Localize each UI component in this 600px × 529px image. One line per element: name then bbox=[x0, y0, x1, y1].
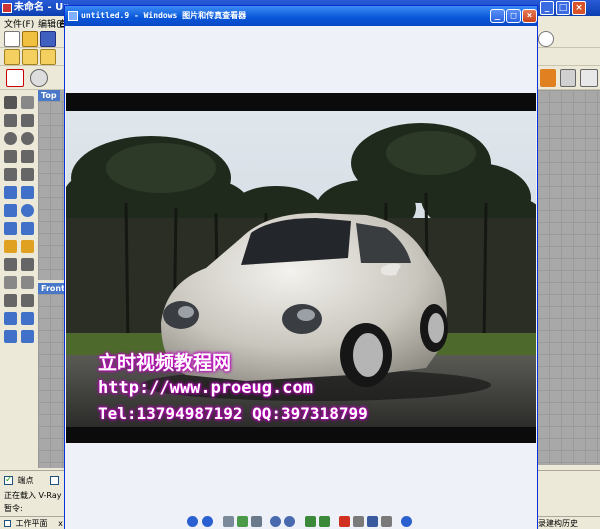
cplane-indicator bbox=[4, 520, 11, 527]
actual-size-icon[interactable] bbox=[237, 516, 248, 527]
command-prompt: 暂令: bbox=[4, 504, 23, 513]
select-arrow-icon[interactable] bbox=[4, 96, 17, 109]
save-icon[interactable] bbox=[40, 31, 56, 47]
extrude-icon[interactable] bbox=[4, 222, 17, 235]
cplane-label[interactable]: 工作平面 bbox=[16, 519, 48, 528]
viewer-window-title: untitled.9 - Windows 图片和传真查看器 bbox=[81, 11, 247, 20]
solid-edit-icon[interactable] bbox=[21, 222, 34, 235]
stl-export-icon[interactable] bbox=[560, 69, 576, 87]
render-icon[interactable] bbox=[540, 69, 556, 87]
viewport-label-top[interactable]: Top bbox=[38, 90, 60, 101]
save-copy-icon[interactable] bbox=[367, 516, 378, 527]
surface-icon[interactable] bbox=[4, 186, 17, 199]
tag-icon[interactable] bbox=[40, 49, 56, 65]
rhino-window-title: 未命名 - Ur bbox=[14, 2, 69, 13]
delete-icon[interactable] bbox=[339, 516, 350, 527]
open-folder-icon[interactable] bbox=[22, 31, 38, 47]
mesh-icon[interactable] bbox=[21, 240, 34, 253]
menu-file[interactable]: 文件(F) bbox=[4, 17, 34, 30]
record-history-label[interactable]: 录建构历史 bbox=[538, 517, 578, 529]
viewport-grid bbox=[38, 294, 66, 468]
viewer-toolbar bbox=[65, 515, 537, 529]
rendered-car-image: 立时视频教程网 http://www.proeug.com Tel:137949… bbox=[66, 93, 536, 443]
perspective-viewport[interactable] bbox=[537, 90, 600, 465]
help-icon[interactable] bbox=[401, 516, 412, 527]
help-icon[interactable] bbox=[538, 31, 554, 47]
viewer-maximize-button[interactable]: □ bbox=[506, 9, 521, 23]
watermark-contact: Tel:13794987192 QQ:397318799 bbox=[98, 404, 368, 423]
explode-icon[interactable] bbox=[21, 294, 34, 307]
endpoint-label: 端点 bbox=[17, 476, 34, 485]
transform-icon[interactable] bbox=[4, 258, 17, 271]
curve-edit-icon[interactable] bbox=[4, 168, 17, 181]
tag-icon[interactable] bbox=[22, 49, 38, 65]
material-icon[interactable] bbox=[30, 69, 48, 87]
array-icon[interactable] bbox=[4, 312, 17, 325]
offset-icon[interactable] bbox=[21, 168, 34, 181]
viewer-minimize-button[interactable]: _ bbox=[490, 9, 505, 23]
maximize-button[interactable]: □ bbox=[556, 1, 570, 15]
loading-message: 正在载入 V-Ray bbox=[4, 491, 62, 500]
mirror-icon[interactable] bbox=[21, 312, 34, 325]
rotate-icon[interactable] bbox=[4, 330, 17, 343]
viewport-grid bbox=[537, 90, 600, 465]
viewer-canvas: 立时视频教程网 http://www.proeug.com Tel:137949… bbox=[65, 26, 537, 529]
rectangle-icon[interactable] bbox=[21, 114, 34, 127]
point-icon[interactable] bbox=[21, 96, 34, 109]
viewer-close-button[interactable]: × bbox=[522, 9, 537, 23]
boolean-icon[interactable] bbox=[4, 240, 17, 253]
rotate-counterclockwise-icon[interactable] bbox=[319, 516, 330, 527]
analyze-icon[interactable] bbox=[21, 258, 34, 271]
minimize-button[interactable]: _ bbox=[540, 1, 554, 15]
zoom-out-icon[interactable] bbox=[284, 516, 295, 527]
viewport-grid bbox=[38, 101, 66, 280]
watermark-url: http://www.proeug.com bbox=[98, 378, 313, 398]
new-file-icon[interactable] bbox=[4, 31, 20, 47]
previous-image-icon[interactable] bbox=[187, 516, 198, 527]
top-viewport[interactable]: Top bbox=[38, 90, 66, 280]
scale-icon[interactable] bbox=[21, 330, 34, 343]
viewer-app-icon bbox=[68, 11, 78, 21]
rhino-app-icon bbox=[2, 3, 12, 13]
desktop: 未命名 - Ur _ □ × 文件(F) 编辑(E) 查 Top Front ✓… bbox=[0, 0, 600, 529]
circle-icon[interactable] bbox=[4, 132, 17, 145]
polyline-icon[interactable] bbox=[4, 114, 17, 127]
register-icon[interactable] bbox=[580, 69, 598, 87]
curve-icon[interactable] bbox=[21, 150, 34, 163]
rotate-clockwise-icon[interactable] bbox=[305, 516, 316, 527]
tag-icon[interactable] bbox=[4, 49, 20, 65]
sphere-icon[interactable] bbox=[21, 204, 34, 217]
near-checkbox[interactable] bbox=[50, 476, 60, 485]
split-icon[interactable] bbox=[21, 276, 34, 289]
left-tool-palette bbox=[0, 90, 38, 470]
trim-icon[interactable] bbox=[4, 276, 17, 289]
watermark-site-name: 立时视频教程网 bbox=[98, 352, 232, 374]
viewer-title-bar[interactable]: untitled.9 - Windows 图片和传真查看器 _ □ × bbox=[65, 6, 537, 26]
image-viewer-window: untitled.9 - Windows 图片和传真查看器 _ □ × 立时视频… bbox=[64, 5, 538, 529]
arc-icon[interactable] bbox=[4, 150, 17, 163]
sweep-icon[interactable] bbox=[21, 186, 34, 199]
front-viewport[interactable]: Front bbox=[38, 283, 68, 468]
zoom-in-icon[interactable] bbox=[270, 516, 281, 527]
box-icon[interactable] bbox=[4, 204, 17, 217]
slideshow-icon[interactable] bbox=[251, 516, 262, 527]
print-icon[interactable] bbox=[353, 516, 364, 527]
best-fit-icon[interactable] bbox=[223, 516, 234, 527]
endpoint-checkbox[interactable] bbox=[4, 474, 13, 487]
new-render-icon[interactable] bbox=[6, 69, 24, 87]
edit-icon[interactable] bbox=[381, 516, 392, 527]
next-image-icon[interactable] bbox=[202, 516, 213, 527]
close-button[interactable]: × bbox=[572, 1, 586, 15]
join-icon[interactable] bbox=[4, 294, 17, 307]
ellipse-icon[interactable] bbox=[21, 132, 34, 145]
